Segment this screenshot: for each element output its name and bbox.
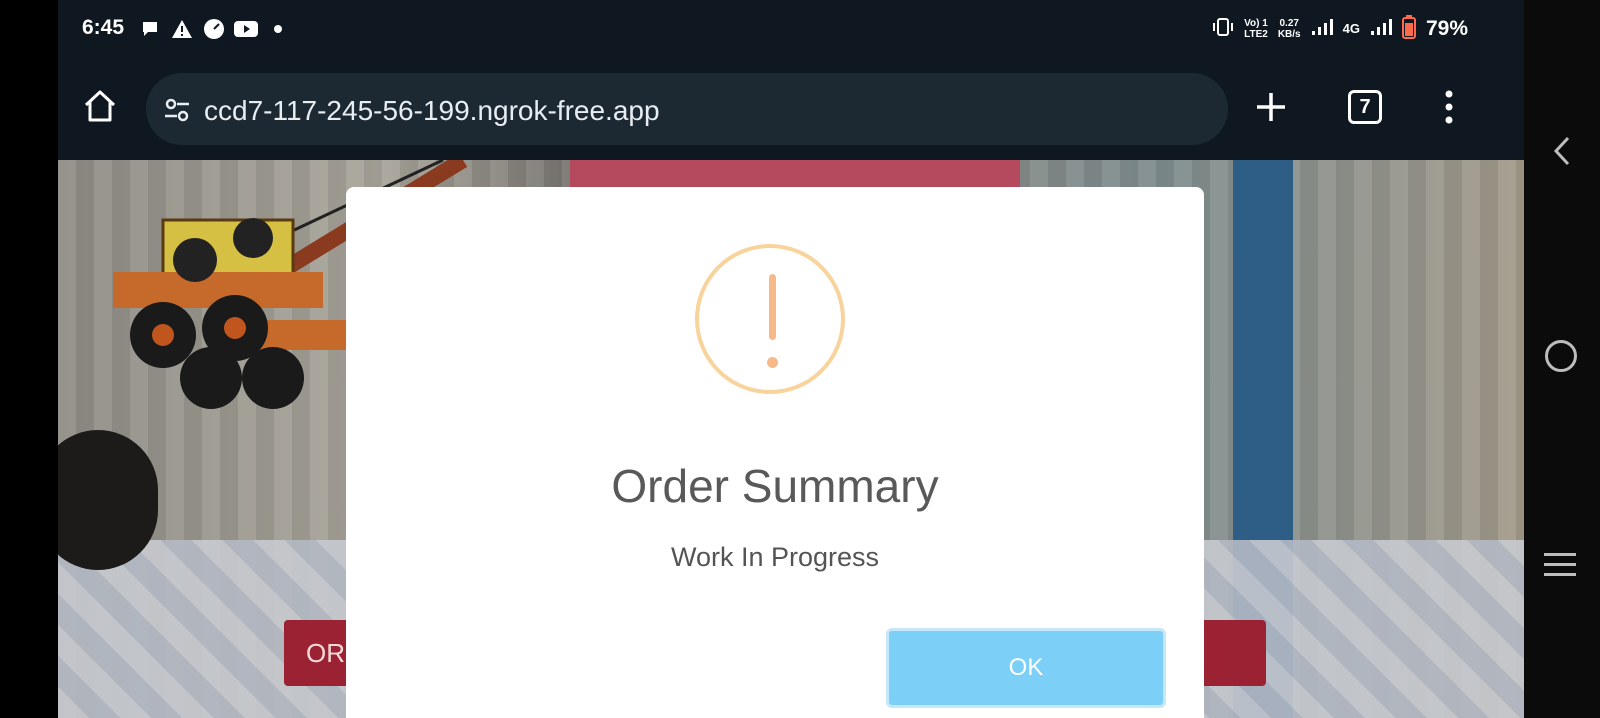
tabs-icon[interactable]: 7 [1348,90,1382,124]
status-bar: 6:45 Vo) 1 LTE2 0.27 KB/s 4G 79% [58,0,1524,60]
signal-icon [1370,18,1392,39]
vibrate-icon [1212,18,1234,39]
chat-icon [138,17,162,41]
url-text: ccd7-117-245-56-199.ngrok-free.app [204,95,660,126]
more-icon[interactable] [1444,90,1454,124]
notification-icons [138,17,290,41]
order-summary-dialog: Order Summary Work In Progress OK [346,187,1204,718]
plus-icon[interactable] [1254,90,1288,124]
exclamation-dot [767,357,778,368]
dialog-title: Order Summary [611,460,939,512]
dot-icon [266,17,290,41]
battery-icon [1401,15,1416,42]
status-right: Vo) 1 LTE2 0.27 KB/s 4G 79% [1212,15,1468,42]
phone-screen: 6:45 Vo) 1 LTE2 0.27 KB/s 4G 79% ccd7-11… [58,0,1524,718]
network-small: Vo) 1 LTE2 [1244,18,1268,40]
tune-icon[interactable] [164,97,190,123]
order-button-label: OR [306,638,345,668]
left-bezel [0,0,58,718]
home-circle-icon[interactable] [1545,340,1577,372]
home-icon[interactable] [82,88,118,124]
signal-icon [1311,18,1333,39]
system-nav-bar [1524,0,1600,718]
data-speed: 0.27 KB/s [1278,18,1301,40]
exclamation-icon [695,244,845,394]
back-icon[interactable] [1552,136,1572,166]
network-small-bottom: LTE2 [1244,28,1268,40]
network-type: 4G [1342,21,1360,36]
youtube-icon [234,17,258,41]
status-time: 6:45 [82,16,125,39]
speed-unit: KB/s [1277,28,1301,40]
recents-icon[interactable] [1544,553,1576,583]
browser-toolbar: ccd7-117-245-56-199.ngrok-free.app 7 [58,60,1524,160]
dialog-message: Work In Progress [670,542,880,572]
ok-button[interactable]: OK [886,628,1166,708]
battery-percent: 79% [1425,16,1468,40]
warning-icon [170,17,194,41]
speed-value: 0.27 [1279,17,1299,29]
exclamation-bar [769,274,776,340]
network-small-top: Vo) 1 [1244,17,1268,29]
speed-icon [202,17,226,41]
address-bar[interactable]: ccd7-117-245-56-199.ngrok-free.app [146,73,1228,145]
dark-object [58,430,158,570]
